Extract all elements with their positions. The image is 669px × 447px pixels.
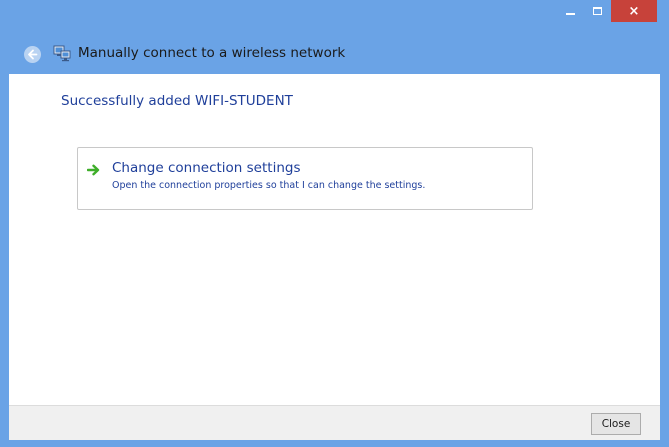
title-bar: × [0, 0, 669, 34]
network-icon [53, 45, 71, 62]
close-button[interactable]: Close [591, 413, 641, 435]
green-arrow-icon [87, 164, 100, 176]
minimize-icon [566, 13, 575, 15]
navigation-bar: Manually connect to a wireless network [0, 34, 669, 74]
page-title: Manually connect to a wireless network [78, 45, 346, 61]
wizard-window: × Manually connect to a wireless network… [0, 0, 669, 447]
maximize-button[interactable] [584, 0, 611, 22]
option-title: Change connection settings [112, 160, 301, 176]
close-window-button[interactable]: × [611, 0, 657, 22]
option-description: Open the connection properties so that I… [112, 180, 426, 191]
back-button[interactable] [24, 46, 41, 63]
maximize-icon [593, 7, 602, 15]
minimize-button[interactable] [557, 0, 584, 22]
dialog-footer: Close [9, 405, 660, 440]
back-arrow-icon [28, 49, 38, 60]
success-message: Successfully added WIFI-STUDENT [61, 93, 293, 109]
change-connection-settings-option[interactable]: Change connection settings Open the conn… [77, 147, 533, 210]
window-controls: × [557, 0, 657, 22]
close-icon: × [628, 3, 640, 19]
main-content: Successfully added WIFI-STUDENT Change c… [9, 74, 660, 405]
